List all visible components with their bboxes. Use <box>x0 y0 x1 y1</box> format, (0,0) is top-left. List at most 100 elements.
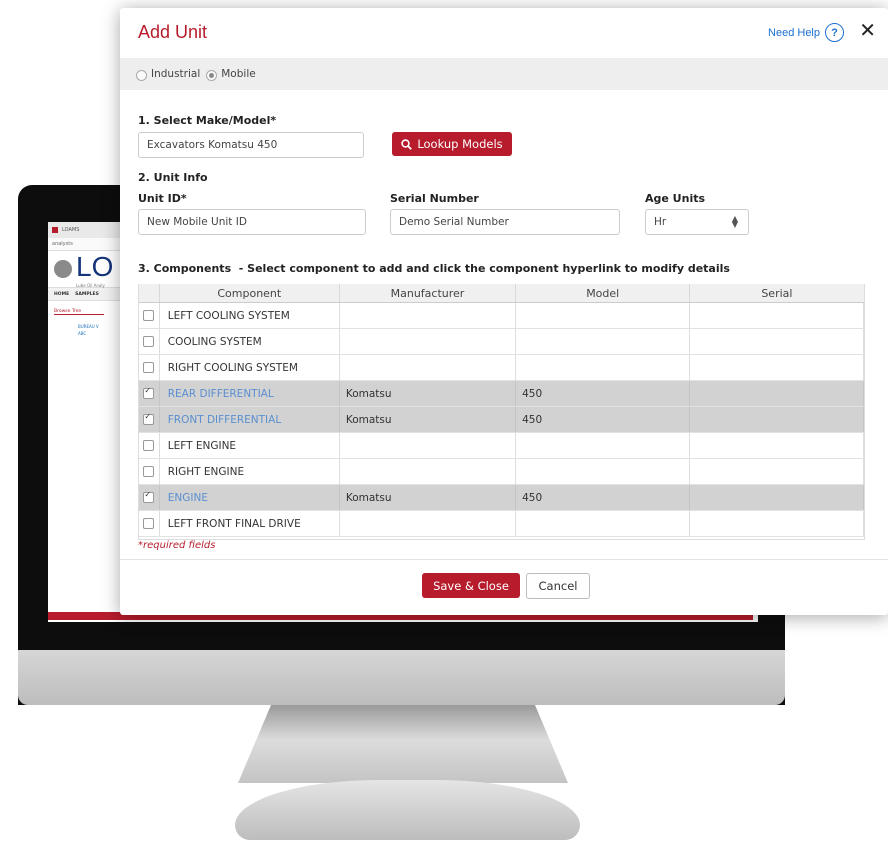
component-link[interactable]: FRONT DIFFERENTIAL <box>168 414 281 426</box>
serial-cell <box>689 380 864 407</box>
manufacturer-cell <box>339 458 517 485</box>
section-make-model-label: 1. Select Make/Model* <box>138 114 277 127</box>
nav-home[interactable]: HOME <box>54 292 69 297</box>
logo-seal-icon <box>54 260 72 278</box>
section-unit-info-label: 2. Unit Info <box>138 171 208 184</box>
radio-mobile[interactable]: Mobile <box>206 68 256 81</box>
dialog-header: Add Unit Need Help ? ✕ <box>120 8 888 58</box>
logo-text: LO <box>76 250 114 282</box>
table-row[interactable]: RIGHT COOLING SYSTEM <box>139 354 864 381</box>
model-cell: 450 <box>515 406 691 433</box>
table-header-row: Component Manufacturer Model Serial <box>139 284 864 303</box>
table-row[interactable]: REAR DIFFERENTIAL Komatsu 450 <box>139 380 864 407</box>
component-link[interactable]: ENGINE <box>168 492 208 504</box>
table-row[interactable]: ENGINE Komatsu 450 <box>139 484 864 511</box>
close-icon[interactable]: ✕ <box>859 18 876 42</box>
age-units-select[interactable]: Hr ▲ ▼ <box>645 209 749 235</box>
unit-id-field[interactable]: New Mobile Unit ID <box>138 209 366 235</box>
make-model-value: Excavators Komatsu 450 <box>147 139 278 151</box>
logo-subtitle: Lube Oil Analy <box>76 282 105 288</box>
monitor-chin <box>18 650 785 705</box>
model-cell <box>515 510 691 537</box>
col-serial[interactable]: Serial <box>689 284 864 303</box>
footer-divider <box>120 559 888 560</box>
manufacturer-cell: Komatsu <box>339 406 517 433</box>
need-help-link[interactable]: Need Help ? <box>768 23 844 42</box>
serial-cell <box>689 302 864 329</box>
serial-cell <box>689 328 864 355</box>
table-row[interactable]: COOLING SYSTEM <box>139 328 864 355</box>
section-components-label: 3. Components - Select component to add … <box>138 262 730 275</box>
radio-mobile-button[interactable] <box>206 69 218 81</box>
age-units-value: Hr <box>654 216 667 228</box>
browser-favicon-icon <box>52 227 58 233</box>
required-fields-note: *required fields <box>138 540 216 551</box>
browser-tab-label[interactable]: LOAMS <box>62 227 79 233</box>
model-cell <box>515 328 691 355</box>
header-checkbox-col <box>139 284 160 303</box>
serial-number-field[interactable]: Demo Serial Number <box>390 209 620 235</box>
cancel-button[interactable]: Cancel <box>526 573 590 599</box>
row-checkbox[interactable] <box>143 465 155 477</box>
col-model[interactable]: Model <box>515 284 691 303</box>
select-updown-icon: ▲ ▼ <box>731 214 738 229</box>
table-row[interactable]: RIGHT ENGINE <box>139 458 864 485</box>
radio-mobile-label: Mobile <box>221 68 256 80</box>
component-name: LEFT COOLING SYSTEM <box>167 309 290 322</box>
nav-samples[interactable]: SAMPLES <box>75 292 99 297</box>
component-name: RIGHT ENGINE <box>167 465 245 478</box>
need-help-label: Need Help <box>768 26 820 39</box>
serial-number-label: Serial Number <box>390 192 479 205</box>
row-checkbox[interactable] <box>143 309 155 321</box>
component-link[interactable]: REAR DIFFERENTIAL <box>168 388 274 400</box>
row-checkbox[interactable] <box>143 361 155 373</box>
serial-number-value: Demo Serial Number <box>399 216 509 228</box>
make-model-field[interactable]: Excavators Komatsu 450 <box>138 132 364 158</box>
search-icon <box>401 138 413 150</box>
browse-tree-tab[interactable]: Browse Tree <box>54 309 104 315</box>
row-checkbox[interactable] <box>143 386 155 399</box>
table-row[interactable]: LEFT COOLING SYSTEM <box>139 302 864 329</box>
row-checkbox[interactable] <box>143 490 155 503</box>
lookup-models-button[interactable]: Lookup Models <box>392 132 512 156</box>
age-units-label: Age Units <box>645 192 706 205</box>
col-component[interactable]: Component <box>159 284 340 303</box>
row-checkbox[interactable] <box>143 335 155 347</box>
component-name: LEFT ENGINE <box>167 439 237 452</box>
radio-industrial-label: Industrial <box>151 68 201 80</box>
component-name: LEFT FRONT FINAL DRIVE <box>167 517 301 530</box>
component-name: RIGHT COOLING SYSTEM <box>167 361 298 374</box>
unit-type-bar: Industrial Mobile <box>120 58 888 90</box>
row-checkbox[interactable] <box>143 439 155 451</box>
manufacturer-cell <box>339 510 517 537</box>
col-manufacturer[interactable]: Manufacturer <box>339 284 517 303</box>
table-row[interactable]: FRONT DIFFERENTIAL Komatsu 450 <box>139 406 864 433</box>
monitor-stand-neck <box>238 705 568 783</box>
table-row[interactable]: LEFT FRONT FINAL DRIVE <box>139 510 864 537</box>
browser-url-text: analysts <box>52 241 73 247</box>
unit-id-value: New Mobile Unit ID <box>147 216 247 228</box>
add-unit-dialog: Add Unit Need Help ? ✕ Industrial Mobile… <box>120 8 888 615</box>
manufacturer-cell: Komatsu <box>339 380 517 407</box>
serial-cell <box>689 510 864 537</box>
save-close-button[interactable]: Save & Close <box>422 573 520 598</box>
row-checkbox[interactable] <box>143 517 155 529</box>
table-row[interactable]: LEFT ENGINE <box>139 432 864 459</box>
serial-cell <box>689 432 864 459</box>
radio-industrial[interactable]: Industrial <box>136 68 201 81</box>
component-name: COOLING SYSTEM <box>167 335 262 348</box>
row-checkbox[interactable] <box>143 412 155 425</box>
serial-cell <box>689 354 864 381</box>
model-cell <box>515 458 691 485</box>
serial-cell <box>689 406 864 433</box>
monitor-stand-base <box>235 780 580 840</box>
dialog-title: Add Unit <box>138 22 208 42</box>
serial-cell <box>689 458 864 485</box>
manufacturer-cell: Komatsu <box>339 484 517 511</box>
model-cell <box>515 432 691 459</box>
manufacturer-cell <box>339 328 517 355</box>
help-icon[interactable]: ? <box>825 23 844 42</box>
radio-industrial-button[interactable] <box>136 69 147 81</box>
manufacturer-cell <box>339 302 517 329</box>
model-cell: 450 <box>515 484 691 511</box>
